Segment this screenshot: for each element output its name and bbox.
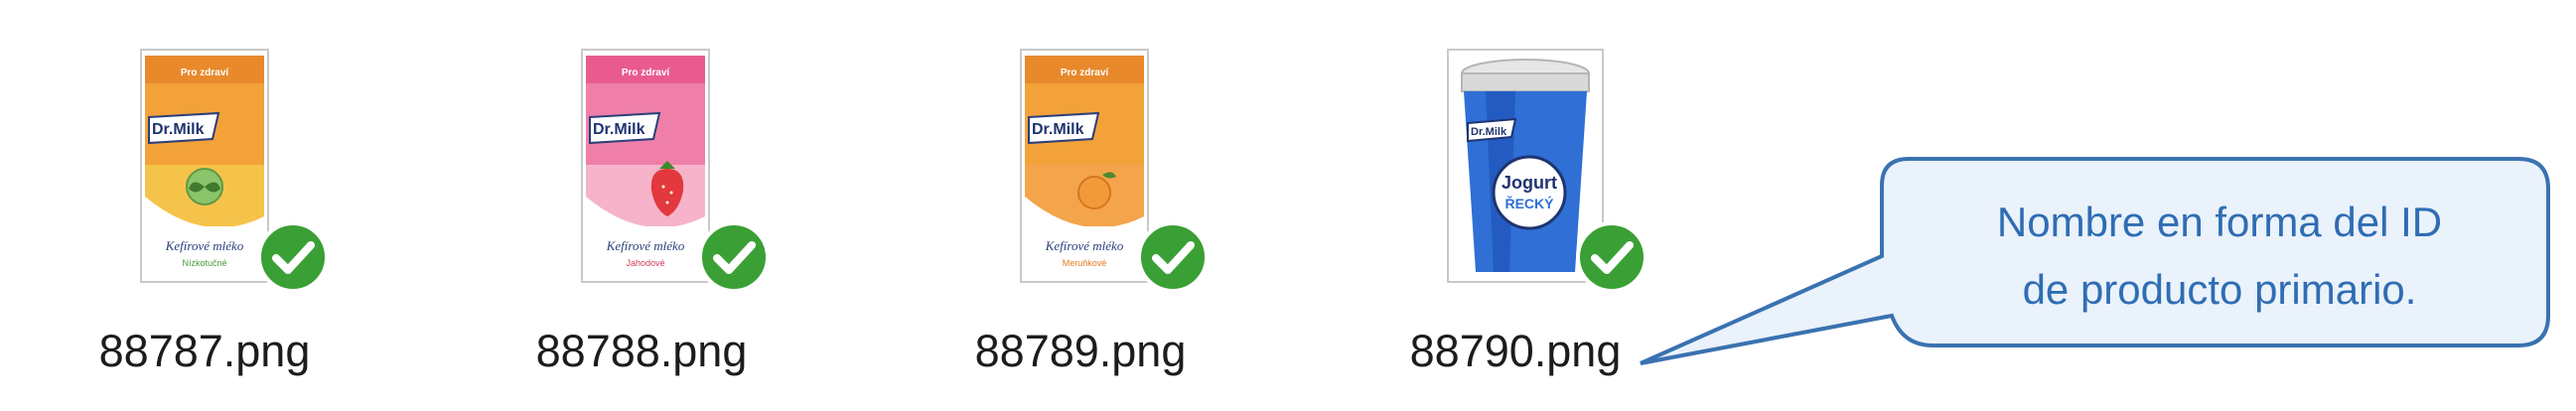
callout-line-1: Nombre en forma del ID xyxy=(1996,199,2443,245)
callout-text: Nombre en forma del ID de producto prima… xyxy=(1892,189,2547,324)
callout-line-2: de producto primario. xyxy=(2022,266,2417,313)
callout: Nombre en forma del ID de producto prima… xyxy=(0,0,2576,411)
